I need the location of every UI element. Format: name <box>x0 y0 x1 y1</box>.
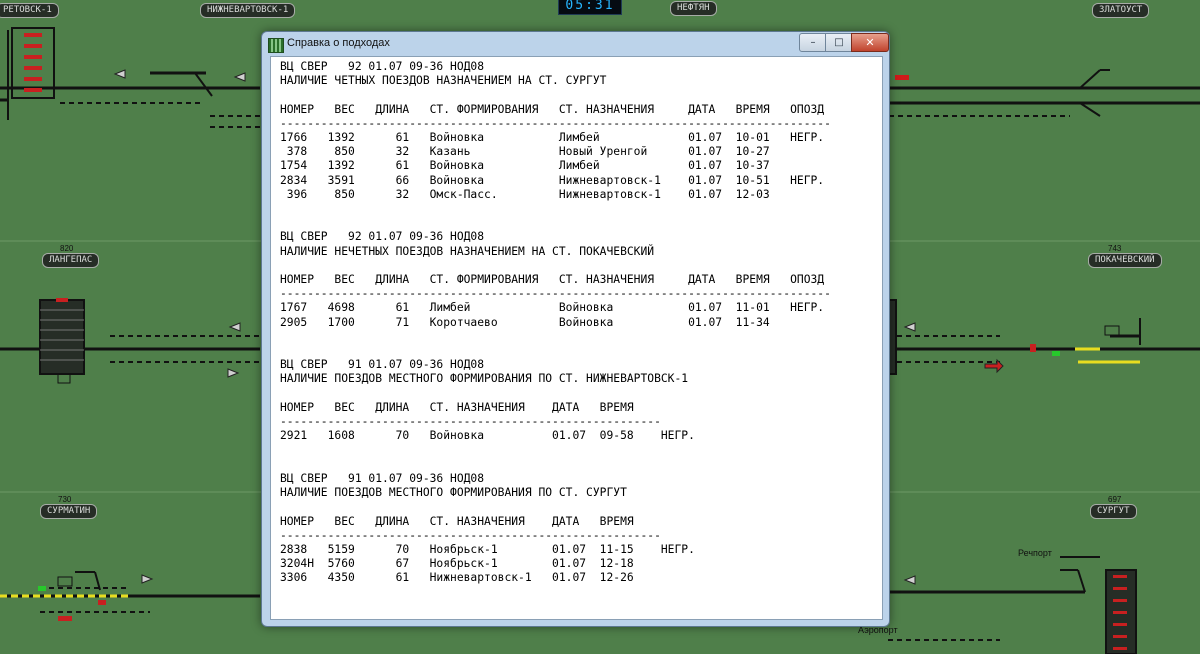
station-badge-bot-right[interactable]: СУРГУТ <box>1090 504 1137 519</box>
report-line: ВЦ СВЕР 91 01.07 09-36 НОД08 <box>280 358 485 372</box>
report-line: 2921 1608 70 Войновка 01.07 09-58 НЕГР. <box>280 429 695 443</box>
report-line <box>280 88 880 102</box>
clock-display: 05:31 <box>558 0 622 15</box>
close-button[interactable]: ✕ <box>851 33 889 52</box>
station-number-mid-left: 820 <box>60 244 74 253</box>
report-line: 1766 1392 61 Войновка Лимбей 01.07 10-01… <box>280 131 825 145</box>
report-line <box>280 387 880 401</box>
report-line: 3204Н 5760 67 Ноябрьск-1 01.07 12-18 <box>280 557 634 571</box>
report-line: ----------------------------------------… <box>280 287 831 301</box>
maximize-button[interactable]: □ <box>825 33 853 52</box>
report-line: 1767 4698 61 Лимбей Войновка 01.07 11-01… <box>280 301 825 315</box>
report-line <box>280 216 880 230</box>
report-line: ВЦ СВЕР 91 01.07 09-36 НОД08 <box>280 471 485 485</box>
report-line <box>280 330 880 344</box>
report-line: 2905 1700 71 Коротчаево Войновка 01.07 1… <box>280 315 770 329</box>
report-line <box>280 259 880 273</box>
report-line <box>280 458 880 472</box>
minimize-button[interactable]: – <box>799 33 827 52</box>
window-titlebar[interactable]: Справка о подходах – □ ✕ <box>262 32 889 56</box>
station-number-bot-left: 730 <box>58 495 72 504</box>
report-line: ----------------------------------------… <box>280 116 831 130</box>
maximize-icon: □ <box>834 37 844 48</box>
report-line: ----------------------------------------… <box>280 528 661 542</box>
station-badge-neftyan[interactable]: НЕФТЯН <box>670 1 717 16</box>
report-line: ----------------------------------------… <box>280 415 661 429</box>
report-line: НОМЕР ВЕС ДЛИНА СТ. НАЗНАЧЕНИЯ ДАТА ВРЕМ… <box>280 400 634 414</box>
report-line: НАЛИЧИЕ ПОЕЗДОВ МЕСТНОГО ФОРМИРОВАНИЯ ПО… <box>280 372 689 386</box>
report-text-area[interactable]: ВЦ СВЕР 92 01.07 09-36 НОД08 НАЛИЧИЕ ЧЕТН… <box>270 56 883 620</box>
report-line <box>280 500 880 514</box>
report-line: НАЛИЧИЕ НЕЧЕТНЫХ ПОЕЗДОВ НАЗНАЧЕНИЕМ НА … <box>280 244 655 258</box>
minimize-icon: – <box>810 37 816 48</box>
station-badge-bot-left[interactable]: СУРМАТИН <box>40 504 98 519</box>
report-line: НАЛИЧИЕ ЧЕТНЫХ ПОЕЗДОВ НАЗНАЧЕНИЕМ НА СТ… <box>280 74 607 88</box>
station-badge-mid-left[interactable]: ЛАНГЕПАС <box>42 253 100 268</box>
station-badge-top-center[interactable]: НИЖНЕВАРТОВСК-1 <box>200 3 296 18</box>
report-line <box>280 443 880 457</box>
report-line: ВЦ СВЕР 92 01.07 09-36 НОД08 <box>280 230 485 244</box>
close-icon: ✕ <box>865 36 875 49</box>
app-icon <box>268 38 284 53</box>
report-line: НОМЕР ВЕС ДЛИНА СТ. ФОРМИРОВАНИЯ СТ. НАЗ… <box>280 273 825 287</box>
station-badge-mid-right[interactable]: ПОКАЧЕВСКИЙ <box>1088 253 1162 268</box>
report-line: 2834 3591 66 Войновка Нижневартовск-1 01… <box>280 173 825 187</box>
report-text: ВЦ СВЕР 92 01.07 09-36 НОД08 НАЛИЧИЕ ЧЕТН… <box>280 60 880 612</box>
map-label-rechport: Речпорт <box>1018 548 1052 558</box>
station-number-bot-right: 697 <box>1108 495 1122 504</box>
report-line <box>280 344 880 358</box>
window-title: Справка о подходах <box>287 37 390 49</box>
station-badge-top-left[interactable]: РЕТОВСК-1 <box>0 3 59 18</box>
report-line: НОМЕР ВЕС ДЛИНА СТ. НАЗНАЧЕНИЯ ДАТА ВРЕМ… <box>280 514 634 528</box>
report-line: НАЛИЧИЕ ПОЕЗДОВ МЕСТНОГО ФОРМИРОВАНИЯ ПО… <box>280 486 627 500</box>
report-line: ВЦ СВЕР 92 01.07 09-36 НОД08 <box>280 60 485 73</box>
report-line: 378 850 32 Казань Новый Уренгой 01.07 10… <box>280 145 770 159</box>
report-line <box>280 202 880 216</box>
station-badge-top-right[interactable]: ЗЛАТОУСТ <box>1092 3 1150 18</box>
approach-info-window: Справка о подходах – □ ✕ ВЦ СВЕР 92 01.0… <box>261 31 890 627</box>
report-line: 396 850 32 Омск-Пасс. Нижневартовск-1 01… <box>280 187 770 201</box>
report-line: 3306 4350 61 Нижневартовск-1 01.07 12-26 <box>280 571 634 585</box>
report-line: 1754 1392 61 Войновка Лимбей 01.07 10-37 <box>280 159 770 173</box>
report-line: НОМЕР ВЕС ДЛИНА СТ. ФОРМИРОВАНИЯ СТ. НАЗ… <box>280 102 825 116</box>
station-number-mid-right: 743 <box>1108 244 1122 253</box>
report-line: 2838 5159 70 Ноябрьск-1 01.07 11-15 НЕГР… <box>280 542 695 556</box>
